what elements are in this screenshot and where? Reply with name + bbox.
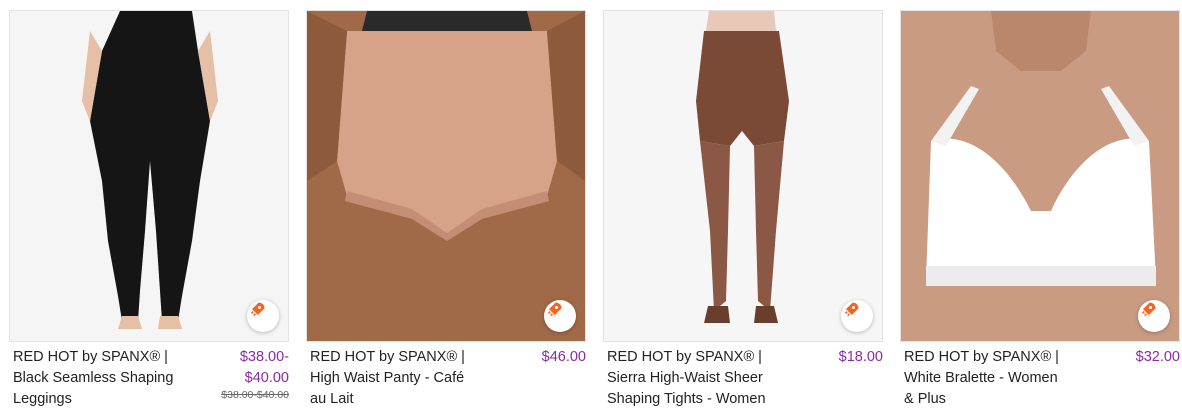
product-image-leggings[interactable] xyxy=(9,10,289,342)
product-title[interactable]: RED HOT by SPANX® | Sierra High-Waist Sh… xyxy=(607,347,797,410)
product-card[interactable]: RED HOT by SPANX® | High Waist Panty - C… xyxy=(306,10,586,418)
sale-price: $32.00 xyxy=(1135,349,1180,365)
price-block: $46.00 xyxy=(542,347,586,368)
product-name-line: & Plus xyxy=(904,391,946,407)
original-price: $38.00-$40.00 xyxy=(221,389,289,401)
product-grid: RED HOT by SPANX® | Black Seamless Shapi… xyxy=(0,0,1182,418)
product-name-line: High Waist Panty - Café xyxy=(310,370,465,386)
product-image-tights[interactable] xyxy=(603,10,883,342)
price-block: $38.00- $40.00 $38.00-$40.00 xyxy=(221,347,289,402)
rocket-icon xyxy=(250,302,265,317)
product-name-line: White Bralette - Women xyxy=(904,370,1058,386)
price-block: $32.00 xyxy=(1136,347,1180,368)
tights-illustration xyxy=(604,11,882,341)
product-brand: RED HOT by SPANX® | xyxy=(310,349,465,365)
product-title[interactable]: RED HOT by SPANX® | White Bralette - Wom… xyxy=(904,347,1094,410)
quick-ship-badge[interactable] xyxy=(247,300,279,332)
panty-illustration xyxy=(307,11,585,341)
rocket-icon xyxy=(1141,302,1156,317)
product-brand: RED HOT by SPANX® | xyxy=(13,349,168,365)
quick-ship-badge[interactable] xyxy=(544,300,576,332)
product-name-line: Leggings xyxy=(13,391,72,407)
product-name-line: Shaping Tights - Women xyxy=(607,391,766,407)
sale-price: $40.00 xyxy=(244,370,289,386)
product-card[interactable]: RED HOT by SPANX® | White Bralette - Wom… xyxy=(900,10,1180,418)
product-name-line: Black Seamless Shaping xyxy=(13,370,174,386)
product-image-panty[interactable] xyxy=(306,10,586,342)
product-name-line: Sierra High-Waist Sheer xyxy=(607,370,763,386)
rocket-icon xyxy=(547,302,562,317)
sale-price: $46.00 xyxy=(541,349,586,365)
product-name-line: au Lait xyxy=(310,391,354,407)
product-brand: RED HOT by SPANX® | xyxy=(904,349,1059,365)
quick-ship-badge[interactable] xyxy=(1138,300,1170,332)
product-title[interactable]: RED HOT by SPANX® | Black Seamless Shapi… xyxy=(13,347,203,410)
sale-price: $38.00- xyxy=(239,349,289,365)
quick-ship-badge[interactable] xyxy=(841,300,873,332)
bralette-illustration xyxy=(901,11,1179,341)
price-block: $18.00 xyxy=(839,347,883,368)
product-title[interactable]: RED HOT by SPANX® | High Waist Panty - C… xyxy=(310,347,500,410)
product-card[interactable]: RED HOT by SPANX® | Black Seamless Shapi… xyxy=(9,10,289,418)
product-card[interactable]: RED HOT by SPANX® | Sierra High-Waist Sh… xyxy=(603,10,883,418)
product-image-bralette[interactable] xyxy=(900,10,1180,342)
leggings-illustration xyxy=(10,11,288,341)
sale-price: $18.00 xyxy=(838,349,883,365)
product-brand: RED HOT by SPANX® | xyxy=(607,349,762,365)
rocket-icon xyxy=(844,302,859,317)
